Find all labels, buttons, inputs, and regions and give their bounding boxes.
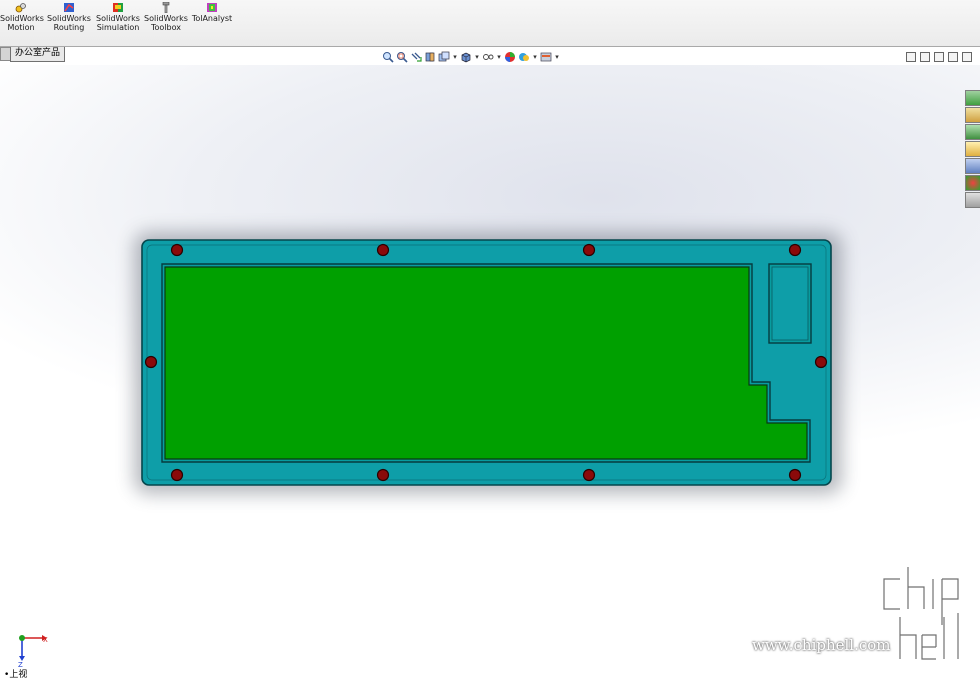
screw-hole[interactable] xyxy=(144,355,158,369)
screw-hole[interactable] xyxy=(582,243,596,257)
screw-hole[interactable] xyxy=(788,243,802,257)
chiphell-logo xyxy=(881,567,961,662)
screw-hole[interactable] xyxy=(376,468,390,482)
reference-triad: X Z xyxy=(18,635,48,669)
screw-hole[interactable] xyxy=(376,243,390,257)
view-orientation-label: •上视 xyxy=(4,667,27,680)
green-panel[interactable] xyxy=(164,266,808,460)
screw-hole[interactable] xyxy=(170,243,184,257)
watermark-text: www.chiphell.com xyxy=(752,636,891,654)
side-cutout-inner xyxy=(771,266,809,341)
screw-hole[interactable] xyxy=(582,468,596,482)
screw-hole[interactable] xyxy=(788,468,802,482)
screw-hole[interactable] xyxy=(170,468,184,482)
cad-model-top-view[interactable] xyxy=(0,0,980,680)
view-name: 上视 xyxy=(9,670,28,680)
screw-hole[interactable] xyxy=(814,355,828,369)
x-axis-label: X xyxy=(43,636,48,644)
triad-origin xyxy=(19,635,25,641)
